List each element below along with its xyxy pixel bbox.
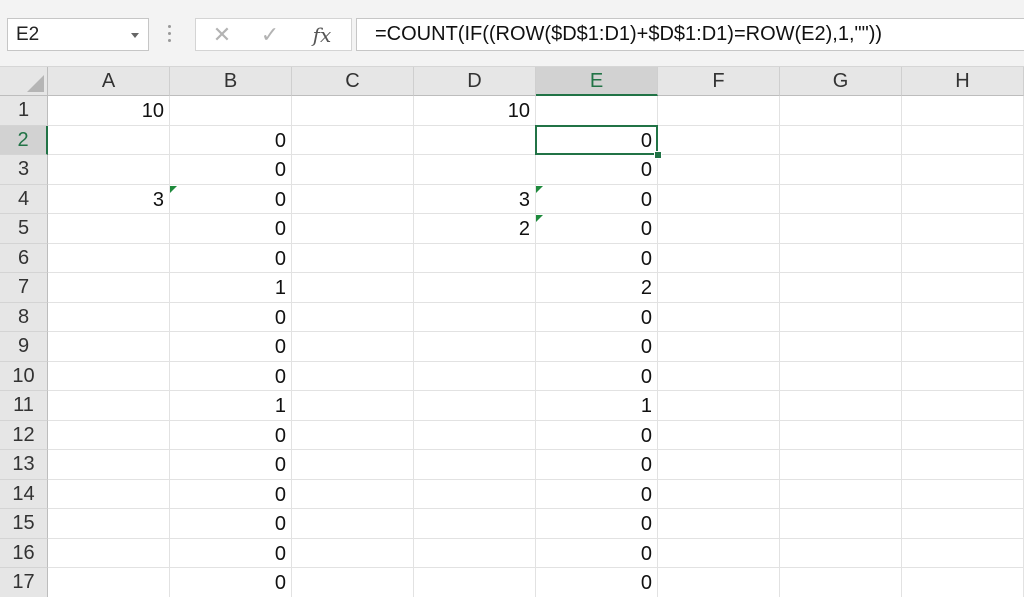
formula-buttons: ✕ ✓ fx: [195, 18, 352, 51]
selection-box: [535, 124, 658, 155]
grip-dots-icon[interactable]: [168, 25, 172, 43]
row-header-7[interactable]: 7: [0, 273, 48, 303]
cell-e3[interactable]: 0: [536, 155, 658, 185]
gridline: [779, 96, 780, 597]
cell-b16[interactable]: 0: [170, 539, 292, 569]
row-header-11[interactable]: 11: [0, 391, 48, 421]
cell-e4[interactable]: 0: [536, 185, 658, 215]
cell-e5[interactable]: 0: [536, 214, 658, 244]
insert-function-button[interactable]: fx: [302, 20, 342, 50]
row-header-16[interactable]: 16: [0, 538, 48, 568]
cell-e17[interactable]: 0: [536, 568, 658, 597]
cell-e9[interactable]: 0: [536, 332, 658, 362]
cell-b12[interactable]: 0: [170, 421, 292, 451]
cell-e15[interactable]: 0: [536, 509, 658, 539]
name-box[interactable]: E2: [7, 18, 149, 51]
spreadsheet-grid: ABCDEFGH 1 2 3 4 5 6 7 8 9 10 11 12 13 14 15 16 17 10 3 0 0…: [0, 67, 1024, 597]
gridline: [901, 96, 902, 597]
row-header-1[interactable]: 1: [0, 96, 48, 126]
cell-e8[interactable]: 0: [536, 303, 658, 333]
row-header-6[interactable]: 6: [0, 243, 48, 273]
row-header-10[interactable]: 10: [0, 361, 48, 391]
row-header-9[interactable]: 9: [0, 332, 48, 362]
column-header-d[interactable]: D: [414, 67, 536, 96]
column-headers: ABCDEFGH: [48, 67, 1024, 96]
cell-e10[interactable]: 0: [536, 362, 658, 392]
row-header-8[interactable]: 8: [0, 302, 48, 332]
cell-b6[interactable]: 0: [170, 244, 292, 274]
cell-b14[interactable]: 0: [170, 480, 292, 510]
row-header-12[interactable]: 12: [0, 420, 48, 450]
row-header-13[interactable]: 13: [0, 450, 48, 480]
row-header-4[interactable]: 4: [0, 184, 48, 214]
formula-text[interactable]: =COUNT(IF((ROW($D$1:D1)+$D$1:D1)=ROW(E2)…: [375, 23, 882, 46]
formula-bar: E2 ✕ ✓ fx =COUNT(IF((ROW($D$1:D1)+$D$1:D…: [0, 0, 1024, 70]
chevron-down-icon[interactable]: [131, 33, 139, 38]
cell-b11[interactable]: 1: [170, 391, 292, 421]
cell-d1[interactable]: 10: [414, 96, 536, 126]
cell-b10[interactable]: 0: [170, 362, 292, 392]
select-all-icon[interactable]: [27, 75, 44, 92]
column-header-b[interactable]: B: [170, 67, 292, 96]
cell-e7[interactable]: 2: [536, 273, 658, 303]
cell-b9[interactable]: 0: [170, 332, 292, 362]
cell-e14[interactable]: 0: [536, 480, 658, 510]
column-header-f[interactable]: F: [658, 67, 780, 96]
cell-a4[interactable]: 3: [48, 185, 170, 215]
column-header-a[interactable]: A: [48, 67, 170, 96]
cell-a1[interactable]: 10: [48, 96, 170, 126]
cell-b13[interactable]: 0: [170, 450, 292, 480]
cell-b15[interactable]: 0: [170, 509, 292, 539]
cell-b17[interactable]: 0: [170, 568, 292, 597]
cell-b4[interactable]: 0: [170, 185, 292, 215]
select-all-button[interactable]: [0, 67, 48, 96]
cell-e6[interactable]: 0: [536, 244, 658, 274]
cell-b3[interactable]: 0: [170, 155, 292, 185]
column-header-e[interactable]: E: [536, 67, 658, 96]
formula-input[interactable]: =COUNT(IF((ROW($D$1:D1)+$D$1:D1)=ROW(E2)…: [356, 18, 1024, 51]
name-box-value[interactable]: E2: [16, 24, 39, 46]
cell-area[interactable]: 10 3 0 0 0 0 0 1 0 0 0 1 0 0 0 0 0 0 10 3 2 0 0 0 0 0 2 0 0 0 1 0 0 0 0 0 0: [48, 96, 1024, 597]
error-indicator-icon[interactable]: [536, 215, 543, 222]
cell-d4[interactable]: 3: [414, 185, 536, 215]
row-header-15[interactable]: 15: [0, 509, 48, 539]
cell-d5[interactable]: 2: [414, 214, 536, 244]
column-header-h[interactable]: H: [902, 67, 1024, 96]
row-header-2[interactable]: 2: [0, 125, 48, 155]
row-header-3[interactable]: 3: [0, 155, 48, 185]
cell-e16[interactable]: 0: [536, 539, 658, 569]
error-indicator-icon[interactable]: [536, 185, 543, 193]
gridline: [413, 96, 414, 597]
cancel-icon[interactable]: ✕: [202, 20, 242, 50]
cell-e13[interactable]: 0: [536, 450, 658, 480]
row-header-14[interactable]: 14: [0, 479, 48, 509]
column-header-c[interactable]: C: [292, 67, 414, 96]
cell-b8[interactable]: 0: [170, 303, 292, 333]
cell-b7[interactable]: 1: [170, 273, 292, 303]
column-header-g[interactable]: G: [780, 67, 902, 96]
fill-handle[interactable]: [654, 151, 662, 159]
row-header-5[interactable]: 5: [0, 214, 48, 244]
cell-b5[interactable]: 0: [170, 214, 292, 244]
row-header-17[interactable]: 17: [0, 568, 48, 597]
cell-b2[interactable]: 0: [170, 126, 292, 156]
cell-e12[interactable]: 0: [536, 421, 658, 451]
error-indicator-icon[interactable]: [170, 185, 177, 193]
checkmark-icon[interactable]: ✓: [250, 20, 290, 50]
cell-e11[interactable]: 1: [536, 391, 658, 421]
